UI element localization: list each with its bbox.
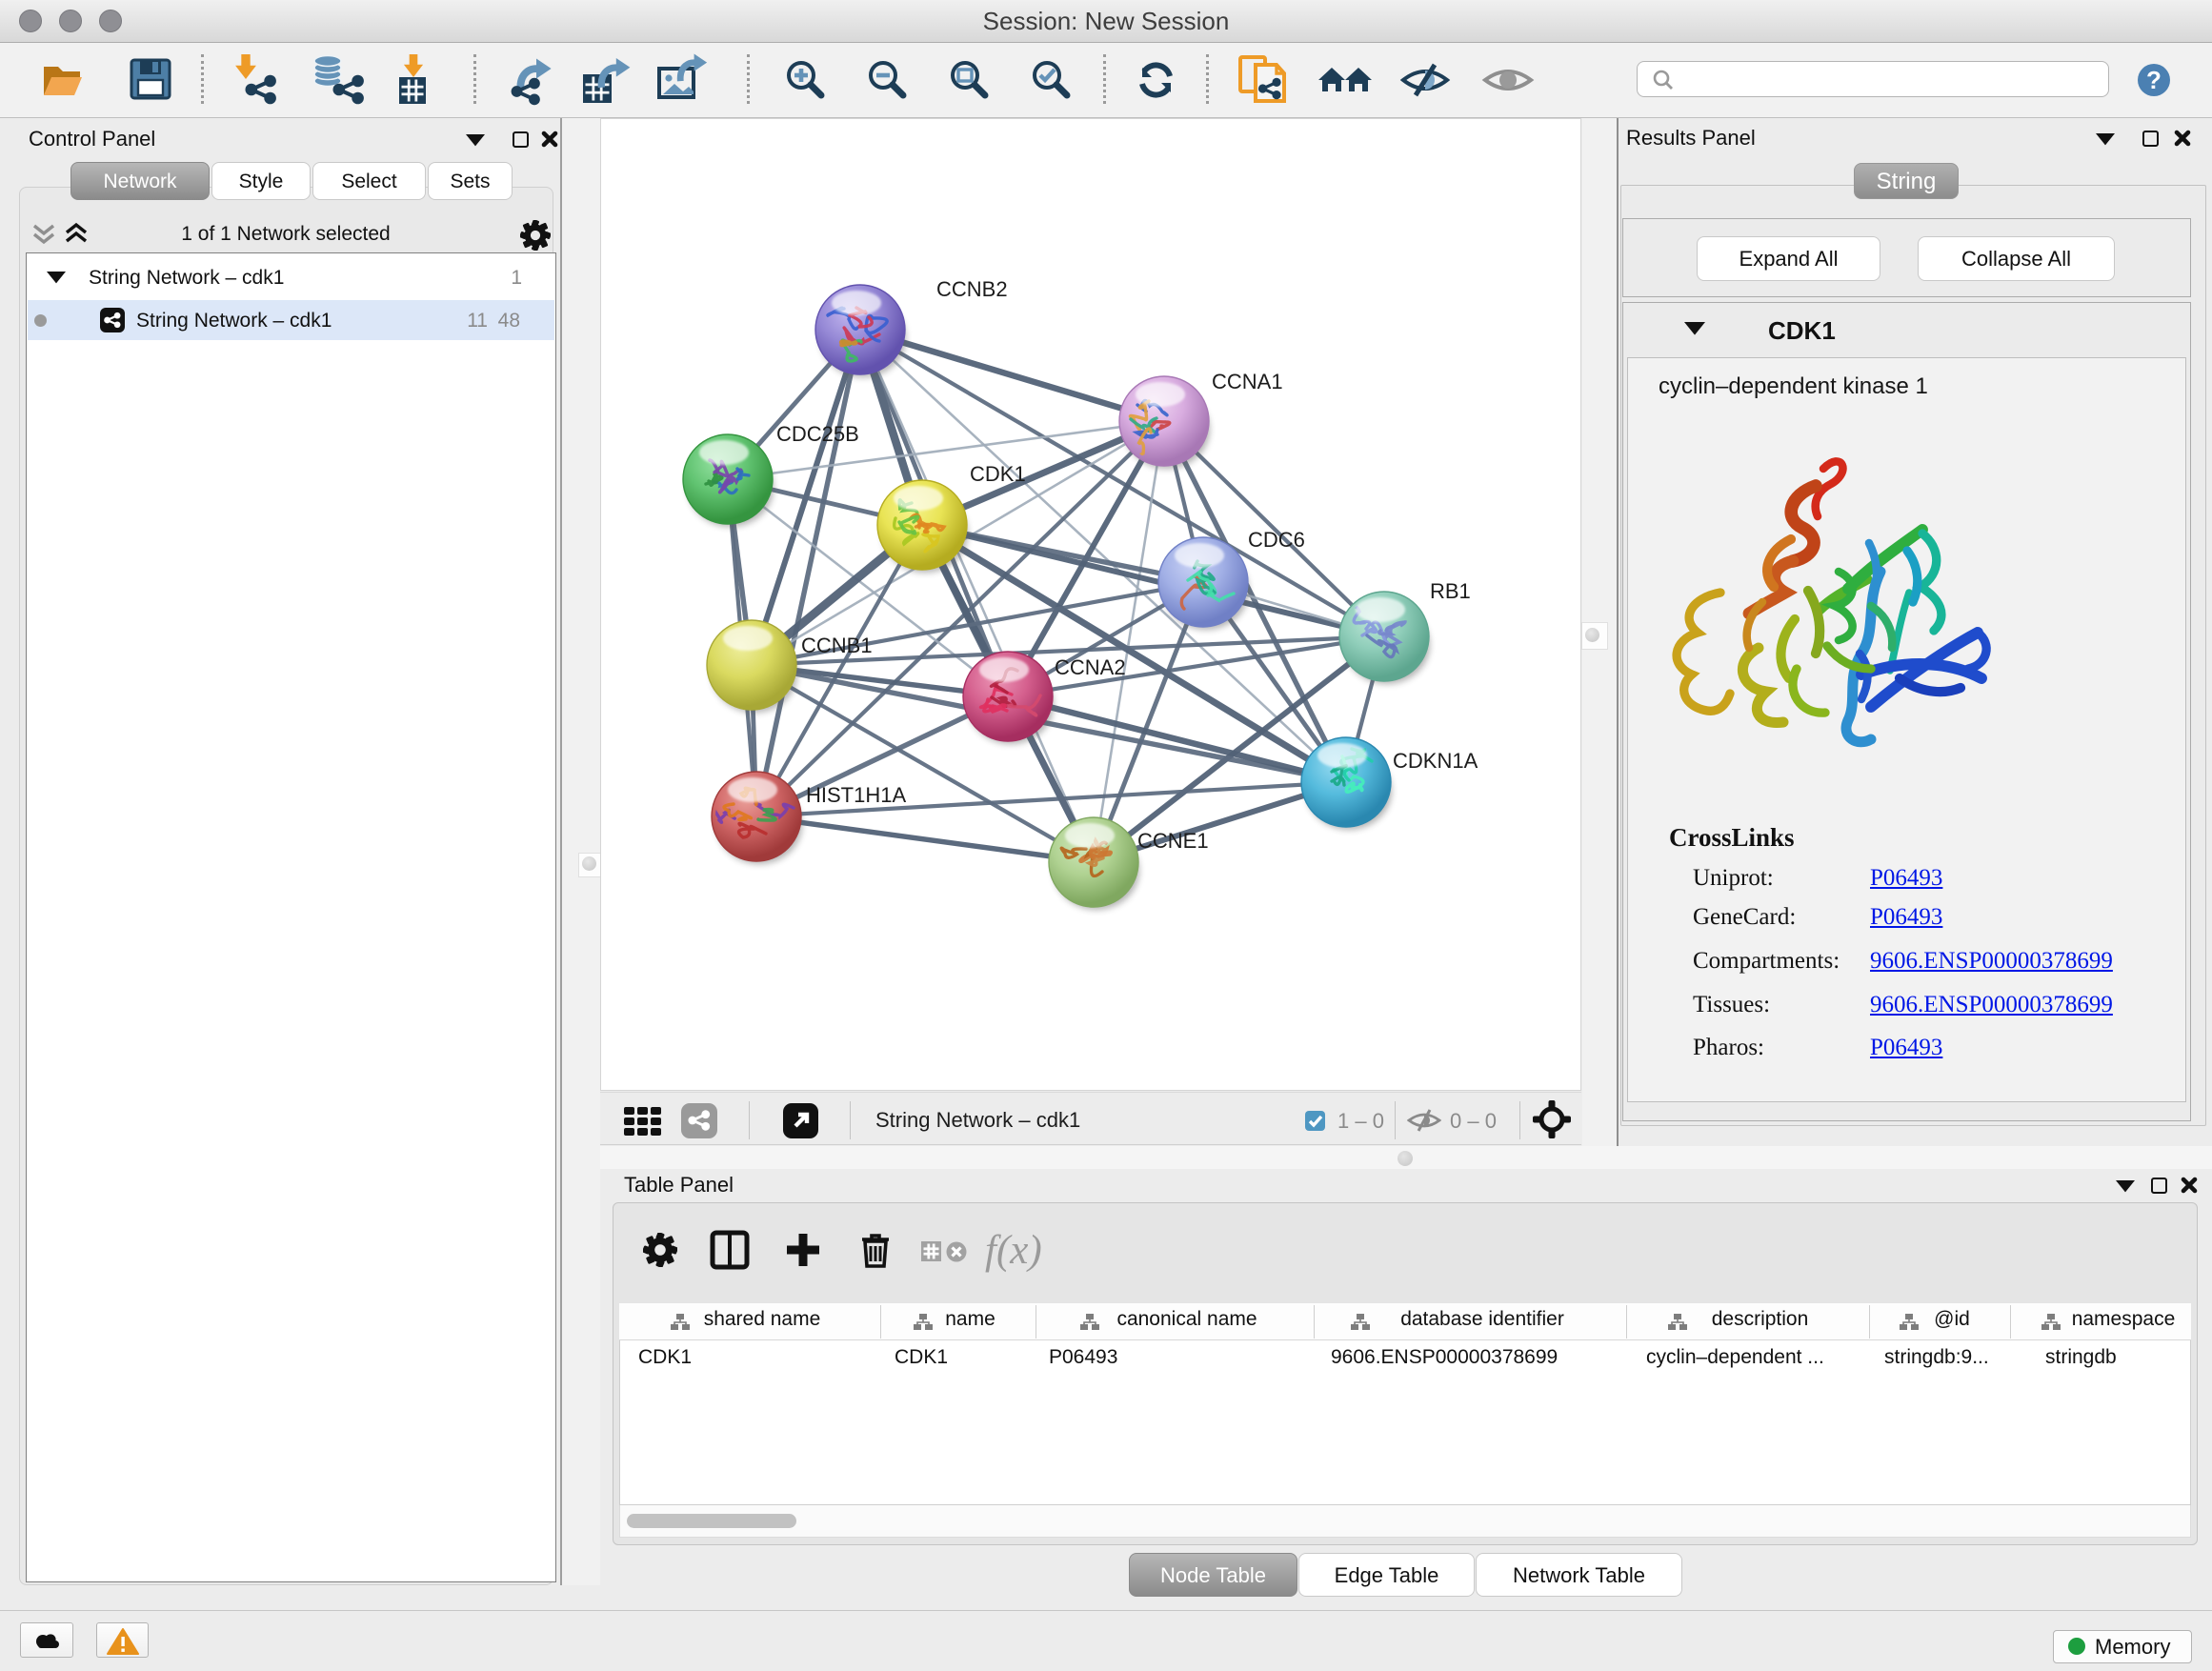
svg-text:RB1: RB1 bbox=[1430, 579, 1471, 603]
svg-text:CCNB1: CCNB1 bbox=[801, 634, 873, 657]
svg-text:CDC25B: CDC25B bbox=[776, 422, 859, 446]
svg-text:CDKN1A: CDKN1A bbox=[1393, 749, 1478, 773]
svg-text:CCNA2: CCNA2 bbox=[1055, 655, 1126, 679]
svg-text:CDC6: CDC6 bbox=[1248, 528, 1305, 552]
svg-text:HIST1H1A: HIST1H1A bbox=[806, 783, 906, 807]
svg-text:CCNB2: CCNB2 bbox=[936, 277, 1008, 301]
svg-text:CCNE1: CCNE1 bbox=[1137, 829, 1209, 853]
svg-text:CDK1: CDK1 bbox=[970, 462, 1026, 486]
svg-text:CCNA1: CCNA1 bbox=[1212, 370, 1283, 393]
